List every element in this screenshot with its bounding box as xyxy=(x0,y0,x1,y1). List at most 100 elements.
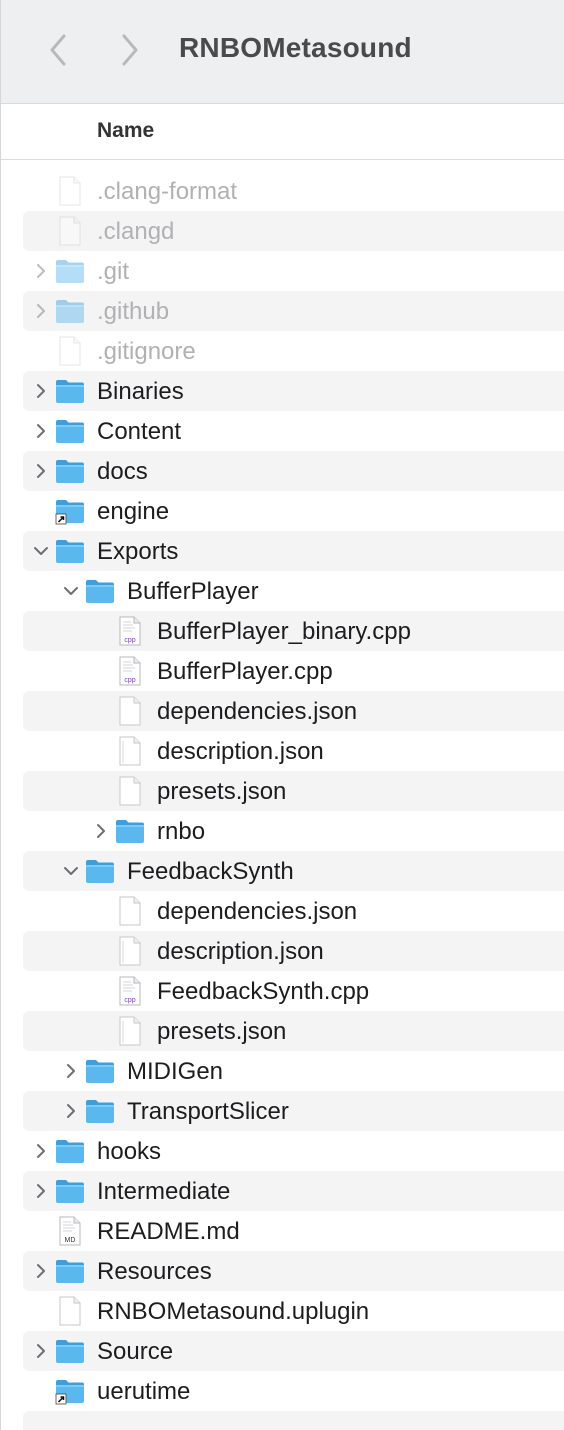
folder-alias-icon xyxy=(55,1376,85,1406)
list-item[interactable]: Resources xyxy=(1,1251,564,1291)
folder-icon xyxy=(55,1176,85,1206)
folder-icon xyxy=(115,816,145,846)
list-item[interactable]: .gitignore xyxy=(1,331,564,371)
list-item[interactable]: .git xyxy=(1,251,564,291)
file-name: Intermediate xyxy=(97,1178,231,1205)
chevron-right-icon[interactable] xyxy=(61,1061,81,1081)
list-item[interactable]: cpp BufferPlayer.cpp xyxy=(1,651,564,691)
file-name: FeedbackSynth xyxy=(127,858,294,885)
folder-icon xyxy=(85,1056,115,1086)
chevron-right-icon[interactable] xyxy=(61,1101,81,1121)
window-title: RNBOMetasound xyxy=(179,32,412,63)
file-name: engine xyxy=(97,498,170,525)
svg-text:MD: MD xyxy=(65,1237,76,1244)
file-name: Binaries xyxy=(97,378,184,405)
list-item[interactable]: MD README.md xyxy=(1,1211,564,1251)
list-item[interactable]: RNBOMetasound.uplugin xyxy=(1,1291,564,1331)
folder-icon xyxy=(55,256,85,286)
markdown-file-icon: MD xyxy=(55,1216,85,1246)
chevron-down-icon[interactable] xyxy=(61,581,81,601)
list-item[interactable]: dependencies.json xyxy=(1,891,564,931)
chevron-down-icon[interactable] xyxy=(61,861,81,881)
list-item[interactable]: Binaries xyxy=(1,371,564,411)
chevron-right-icon[interactable] xyxy=(31,381,51,401)
document-icon xyxy=(115,736,145,766)
document-icon xyxy=(55,216,85,246)
list-item[interactable]: uerutime xyxy=(1,1371,564,1411)
list-item[interactable]: description.json xyxy=(1,931,564,971)
list-item[interactable]: engine xyxy=(1,491,564,531)
file-name: description.json xyxy=(157,738,324,765)
chevron-right-icon[interactable] xyxy=(31,1261,51,1281)
chevron-right-icon[interactable] xyxy=(91,821,111,841)
document-icon xyxy=(115,696,145,726)
chevron-left-icon xyxy=(50,34,66,66)
cpp-file-icon: cpp xyxy=(115,616,145,646)
list-item[interactable]: hooks xyxy=(1,1131,564,1171)
chevron-down-icon[interactable] xyxy=(31,541,51,561)
list-item[interactable]: .clangd xyxy=(1,211,564,251)
list-item[interactable]: Exports xyxy=(1,531,564,571)
chevron-right-icon[interactable] xyxy=(31,1341,51,1361)
file-name: TransportSlicer xyxy=(127,1098,289,1125)
column-header-name[interactable]: Name xyxy=(97,119,154,143)
chevron-right-icon[interactable] xyxy=(31,1181,51,1201)
chevron-right-icon[interactable] xyxy=(31,261,51,281)
document-icon xyxy=(115,776,145,806)
forward-button[interactable] xyxy=(115,30,145,70)
folder-icon xyxy=(85,576,115,606)
list-item[interactable]: Source xyxy=(1,1331,564,1371)
document-icon xyxy=(115,896,145,926)
file-name: description.json xyxy=(157,938,324,965)
file-name: Exports xyxy=(97,538,179,565)
file-name: .clangd xyxy=(97,218,175,245)
file-name: BufferPlayer xyxy=(127,578,259,605)
list-item[interactable]: description.json xyxy=(1,731,564,771)
list-item[interactable]: cpp BufferPlayer_binary.cpp xyxy=(1,611,564,651)
list-item[interactable]: rnbo xyxy=(1,811,564,851)
list-item[interactable]: BufferPlayer xyxy=(1,571,564,611)
back-button[interactable] xyxy=(43,30,73,70)
list-item[interactable]: FeedbackSynth xyxy=(1,851,564,891)
cpp-file-icon: cpp xyxy=(115,976,145,1006)
chevron-right-icon[interactable] xyxy=(31,461,51,481)
file-name: BufferPlayer_binary.cpp xyxy=(157,618,411,645)
document-icon xyxy=(115,1016,145,1046)
document-icon xyxy=(55,1296,85,1326)
list-item[interactable]: MIDIGen xyxy=(1,1051,564,1091)
file-name: MIDIGen xyxy=(127,1058,224,1085)
list-item[interactable]: dependencies.json xyxy=(1,691,564,731)
folder-icon xyxy=(55,536,85,566)
file-name: Content xyxy=(97,418,182,445)
chevron-right-icon[interactable] xyxy=(31,421,51,441)
folder-icon xyxy=(85,856,115,886)
folder-icon xyxy=(55,456,85,486)
file-name: dependencies.json xyxy=(157,898,358,925)
folder-icon xyxy=(55,416,85,446)
list-item[interactable]: Content xyxy=(1,411,564,451)
finder-window: RNBOMetasound Name .clang-format .clangd.… xyxy=(0,0,564,1430)
list-item[interactable]: .clang-format xyxy=(1,171,564,211)
list-item[interactable]: docs xyxy=(1,451,564,491)
file-name: Resources xyxy=(97,1258,212,1285)
chevron-right-icon[interactable] xyxy=(31,1141,51,1161)
file-name: BufferPlayer.cpp xyxy=(157,658,333,685)
file-name: README.md xyxy=(97,1218,240,1245)
list-item[interactable]: Intermediate xyxy=(1,1171,564,1211)
list-item[interactable]: .github xyxy=(1,291,564,331)
svg-text:cpp: cpp xyxy=(124,637,135,644)
list-item[interactable]: TransportSlicer xyxy=(1,1091,564,1131)
list-item[interactable]: presets.json xyxy=(1,771,564,811)
list-item[interactable]: presets.json xyxy=(1,1011,564,1051)
folder-icon xyxy=(55,376,85,406)
cpp-file-icon: cpp xyxy=(115,656,145,686)
folder-icon xyxy=(55,1256,85,1286)
file-name: RNBOMetasound.uplugin xyxy=(97,1298,370,1325)
document-icon xyxy=(115,936,145,966)
column-header: Name xyxy=(1,104,564,160)
file-name: docs xyxy=(97,458,148,485)
file-name: presets.json xyxy=(157,1018,287,1045)
list-item[interactable]: cpp FeedbackSynth.cpp xyxy=(1,971,564,1011)
document-icon xyxy=(55,336,85,366)
chevron-right-icon[interactable] xyxy=(31,301,51,321)
